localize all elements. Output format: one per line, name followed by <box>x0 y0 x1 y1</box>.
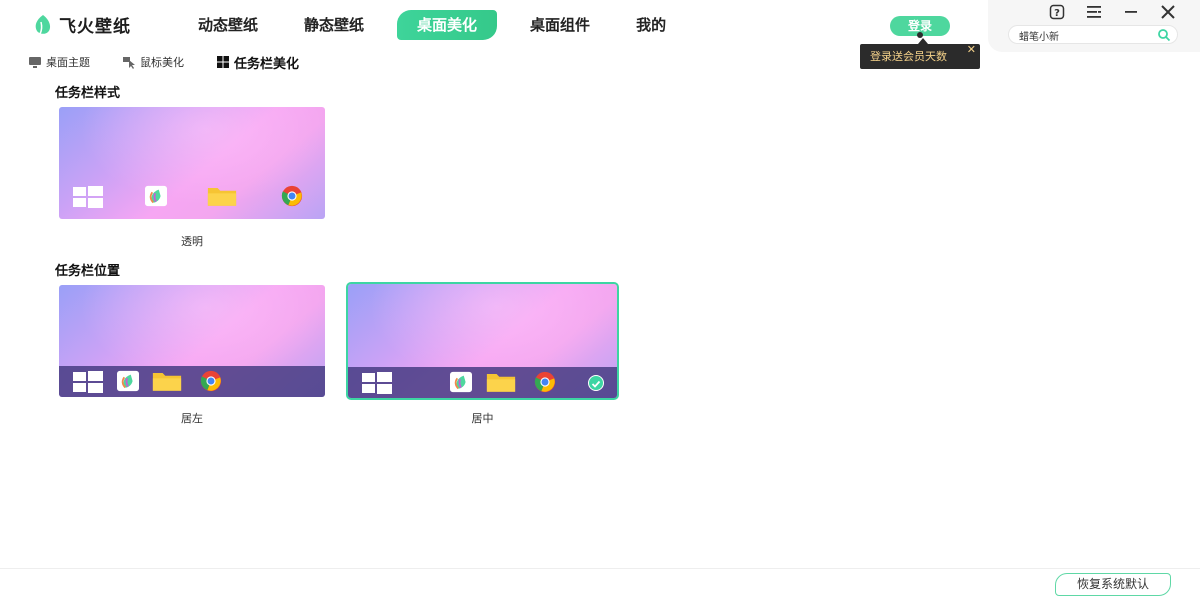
search-icon[interactable] <box>1157 28 1171 42</box>
subtab-label: 任务栏美化 <box>234 56 300 72</box>
footer-divider <box>0 568 1200 569</box>
center-caption: 居中 <box>471 412 494 425</box>
app-logo-icon <box>117 370 139 392</box>
taskbar-style-title: 任务栏样式 <box>55 86 121 101</box>
app-logo[interactable]: 飞火壁纸 <box>33 12 131 37</box>
search-box <box>1008 25 1178 44</box>
taskbar-style-transparent-card[interactable] <box>59 107 325 219</box>
subtab-label: 鼠标美化 <box>140 56 184 69</box>
nav-desktop-widgets[interactable]: 桌面组件 <box>517 10 603 40</box>
chrome-icon <box>534 371 556 393</box>
minimize-icon[interactable] <box>1122 3 1140 21</box>
subtab-taskbar-beautify[interactable]: 任务栏美化 <box>216 52 304 72</box>
restore-default-button[interactable]: 恢复系统默认 <box>1055 573 1171 596</box>
help-icon[interactable]: ? <box>1048 3 1066 21</box>
svg-text:?: ? <box>1054 8 1060 19</box>
taskbar-position-center-card[interactable] <box>346 282 619 400</box>
windows-icon <box>73 186 103 208</box>
tooltip-close-icon[interactable]: ✕ <box>967 44 976 56</box>
windows-icon <box>73 371 103 393</box>
cursor-icon <box>123 57 135 69</box>
subtab-label: 桌面主题 <box>46 56 90 69</box>
left-caption: 居左 <box>181 412 203 425</box>
taskbar-position-title: 任务栏位置 <box>55 264 121 279</box>
subtab-cursor-beautify[interactable]: 鼠标美化 <box>122 52 186 72</box>
sub-tabs: 桌面主题 鼠标美化 任务栏美化 <box>28 52 331 72</box>
transparent-caption: 透明 <box>181 235 203 248</box>
chrome-icon <box>200 370 222 392</box>
nav-desktop-beautify[interactable]: 桌面美化 <box>397 10 498 40</box>
folder-icon <box>207 188 237 206</box>
app-name: 飞火壁纸 <box>59 17 131 37</box>
subtab-desktop-theme[interactable]: 桌面主题 <box>28 52 92 72</box>
taskbar-preview <box>348 367 617 398</box>
top-bar: 飞火壁纸 动态壁纸 静态壁纸 桌面美化 桌面组件 我的 登录 登录送会员天数 ✕… <box>0 0 1200 69</box>
taskbar-preview <box>59 366 325 397</box>
nav-dynamic-wallpaper[interactable]: 动态壁纸 <box>185 10 271 40</box>
app-logo-icon <box>450 371 472 393</box>
windows-icon <box>362 372 392 394</box>
close-icon[interactable] <box>1159 3 1177 21</box>
folder-icon <box>152 373 182 391</box>
selected-check-icon <box>588 375 604 391</box>
folder-icon <box>486 374 516 392</box>
chrome-icon <box>281 185 303 207</box>
menu-icon[interactable] <box>1085 3 1103 21</box>
monitor-icon <box>29 57 41 68</box>
main-nav: 动态壁纸 静态壁纸 桌面美化 桌面组件 我的 <box>185 10 699 40</box>
app-logo-icon <box>145 185 167 207</box>
taskbar-position-left-card[interactable] <box>59 285 325 397</box>
nav-mine[interactable]: 我的 <box>623 10 679 40</box>
login-promo-tooltip: 登录送会员天数 ✕ <box>860 38 980 69</box>
windows-icon <box>217 56 229 68</box>
search-input[interactable] <box>1019 28 1149 42</box>
taskbar-preview <box>59 173 325 219</box>
tooltip-text: 登录送会员天数 <box>870 50 947 63</box>
nav-static-wallpaper[interactable]: 静态壁纸 <box>291 10 377 40</box>
leaf-logo-icon <box>35 14 51 34</box>
